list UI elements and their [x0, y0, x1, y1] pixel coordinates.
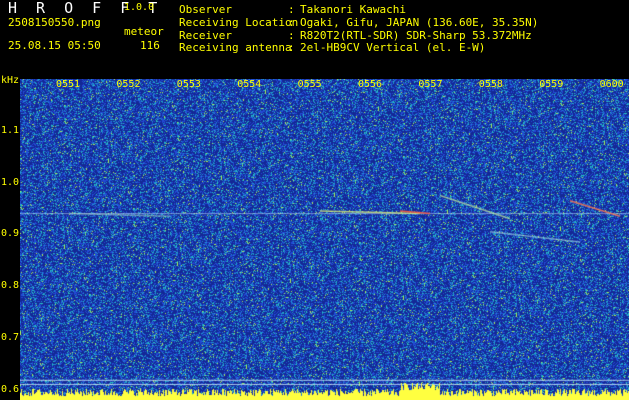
- y-tick-label: 0.8: [1, 280, 20, 292]
- x-tick-label: 0600: [599, 79, 624, 90]
- x-tick-label: 0551: [56, 79, 81, 90]
- x-tick-label: 0559: [539, 79, 564, 90]
- spectrogram-plot: [20, 79, 629, 400]
- antenna-key: Receiving antenna: [179, 41, 292, 54]
- x-tick-label: 0558: [478, 79, 503, 90]
- filename-label: 2508150550.png: [8, 16, 101, 29]
- mode-label: meteor: [124, 25, 164, 38]
- x-tick-label: 0552: [116, 79, 141, 90]
- antenna-sep: :: [288, 41, 295, 54]
- x-tick-label: 0553: [176, 79, 201, 90]
- receiver-value: R820T2(RTL-SDR) SDR-Sharp 53.372MHz: [300, 29, 532, 42]
- y-axis-unit-label: kHz: [1, 75, 20, 86]
- observer-sep: :: [288, 3, 295, 16]
- y-tick-label: 1.0: [1, 176, 20, 188]
- y-tick-label: 0.6: [1, 383, 20, 395]
- x-tick-label: 0555: [297, 79, 322, 90]
- location-key: Receiving Location: [179, 16, 299, 29]
- y-tick-label: 1.1: [1, 124, 20, 136]
- count-label: 116: [140, 39, 160, 52]
- observer-value: Takanori Kawachi: [300, 3, 406, 16]
- y-tick-label: 0.9: [1, 228, 20, 240]
- x-tick-label: 0556: [358, 79, 383, 90]
- antenna-value: 2el-HB9CV Vertical (el. E-W): [300, 41, 486, 54]
- timestamp-label: 25.08.15 05:50: [8, 39, 101, 52]
- spectrogram-canvas: [20, 79, 629, 400]
- receiver-key: Receiver: [179, 29, 232, 42]
- x-tick-label: 0557: [418, 79, 443, 90]
- location-value: Ogaki, Gifu, JAPAN (136.60E, 35.35N): [300, 16, 539, 29]
- y-tick-label: 0.7: [1, 331, 20, 343]
- x-tick-label: 0554: [237, 79, 262, 90]
- observer-key: Observer: [179, 3, 232, 16]
- header-panel: H R O F F T 1.0.0 2508150550.png meteor …: [0, 0, 629, 74]
- receiver-sep: :: [288, 29, 295, 42]
- version-label: 1.0.0: [124, 2, 155, 13]
- location-sep: :: [288, 16, 295, 29]
